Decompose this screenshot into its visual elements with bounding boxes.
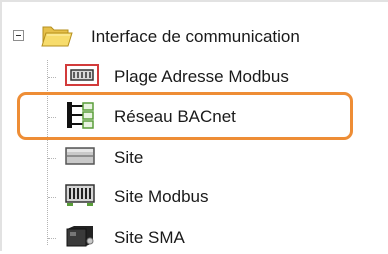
- modbus-range-icon: [64, 62, 100, 93]
- tree-node-modbus-address-range[interactable]: Plage Adresse Modbus: [64, 63, 289, 91]
- tree-node-bacnet-network[interactable]: Réseau BACnet: [64, 101, 236, 134]
- tree-branch: [48, 197, 56, 198]
- tree-node-label: Site: [114, 148, 144, 167]
- sma-site-icon: [64, 223, 96, 254]
- tree-branch: [48, 158, 56, 159]
- tree-branch: [48, 117, 56, 118]
- folder-icon: [40, 22, 73, 53]
- tree-branch: [48, 77, 56, 78]
- tree-connector: [47, 60, 48, 245]
- tree-node-sma-site[interactable]: Site SMA: [64, 224, 185, 252]
- tree-node-label: Plage Adresse Modbus: [114, 67, 289, 86]
- tree-node-modbus-site[interactable]: Site Modbus: [64, 183, 209, 211]
- panel-border-left: [0, 0, 2, 251]
- tree-node-label: Site SMA: [114, 228, 185, 247]
- collapse-toggle[interactable]: [13, 30, 24, 41]
- site-icon: [64, 144, 96, 173]
- tree-branch: [48, 238, 56, 239]
- bacnet-network-icon: [64, 101, 96, 134]
- tree-node-label: Site Modbus: [114, 187, 209, 206]
- tree-node-label: Interface de communication: [91, 27, 300, 46]
- modbus-site-icon: [64, 182, 96, 213]
- panel-border-top: [0, 0, 388, 2]
- tree-node-label: Réseau BACnet: [114, 107, 236, 126]
- tree-node-communication-interface[interactable]: Interface de communication: [40, 23, 300, 51]
- tree-node-site[interactable]: Site: [64, 144, 143, 172]
